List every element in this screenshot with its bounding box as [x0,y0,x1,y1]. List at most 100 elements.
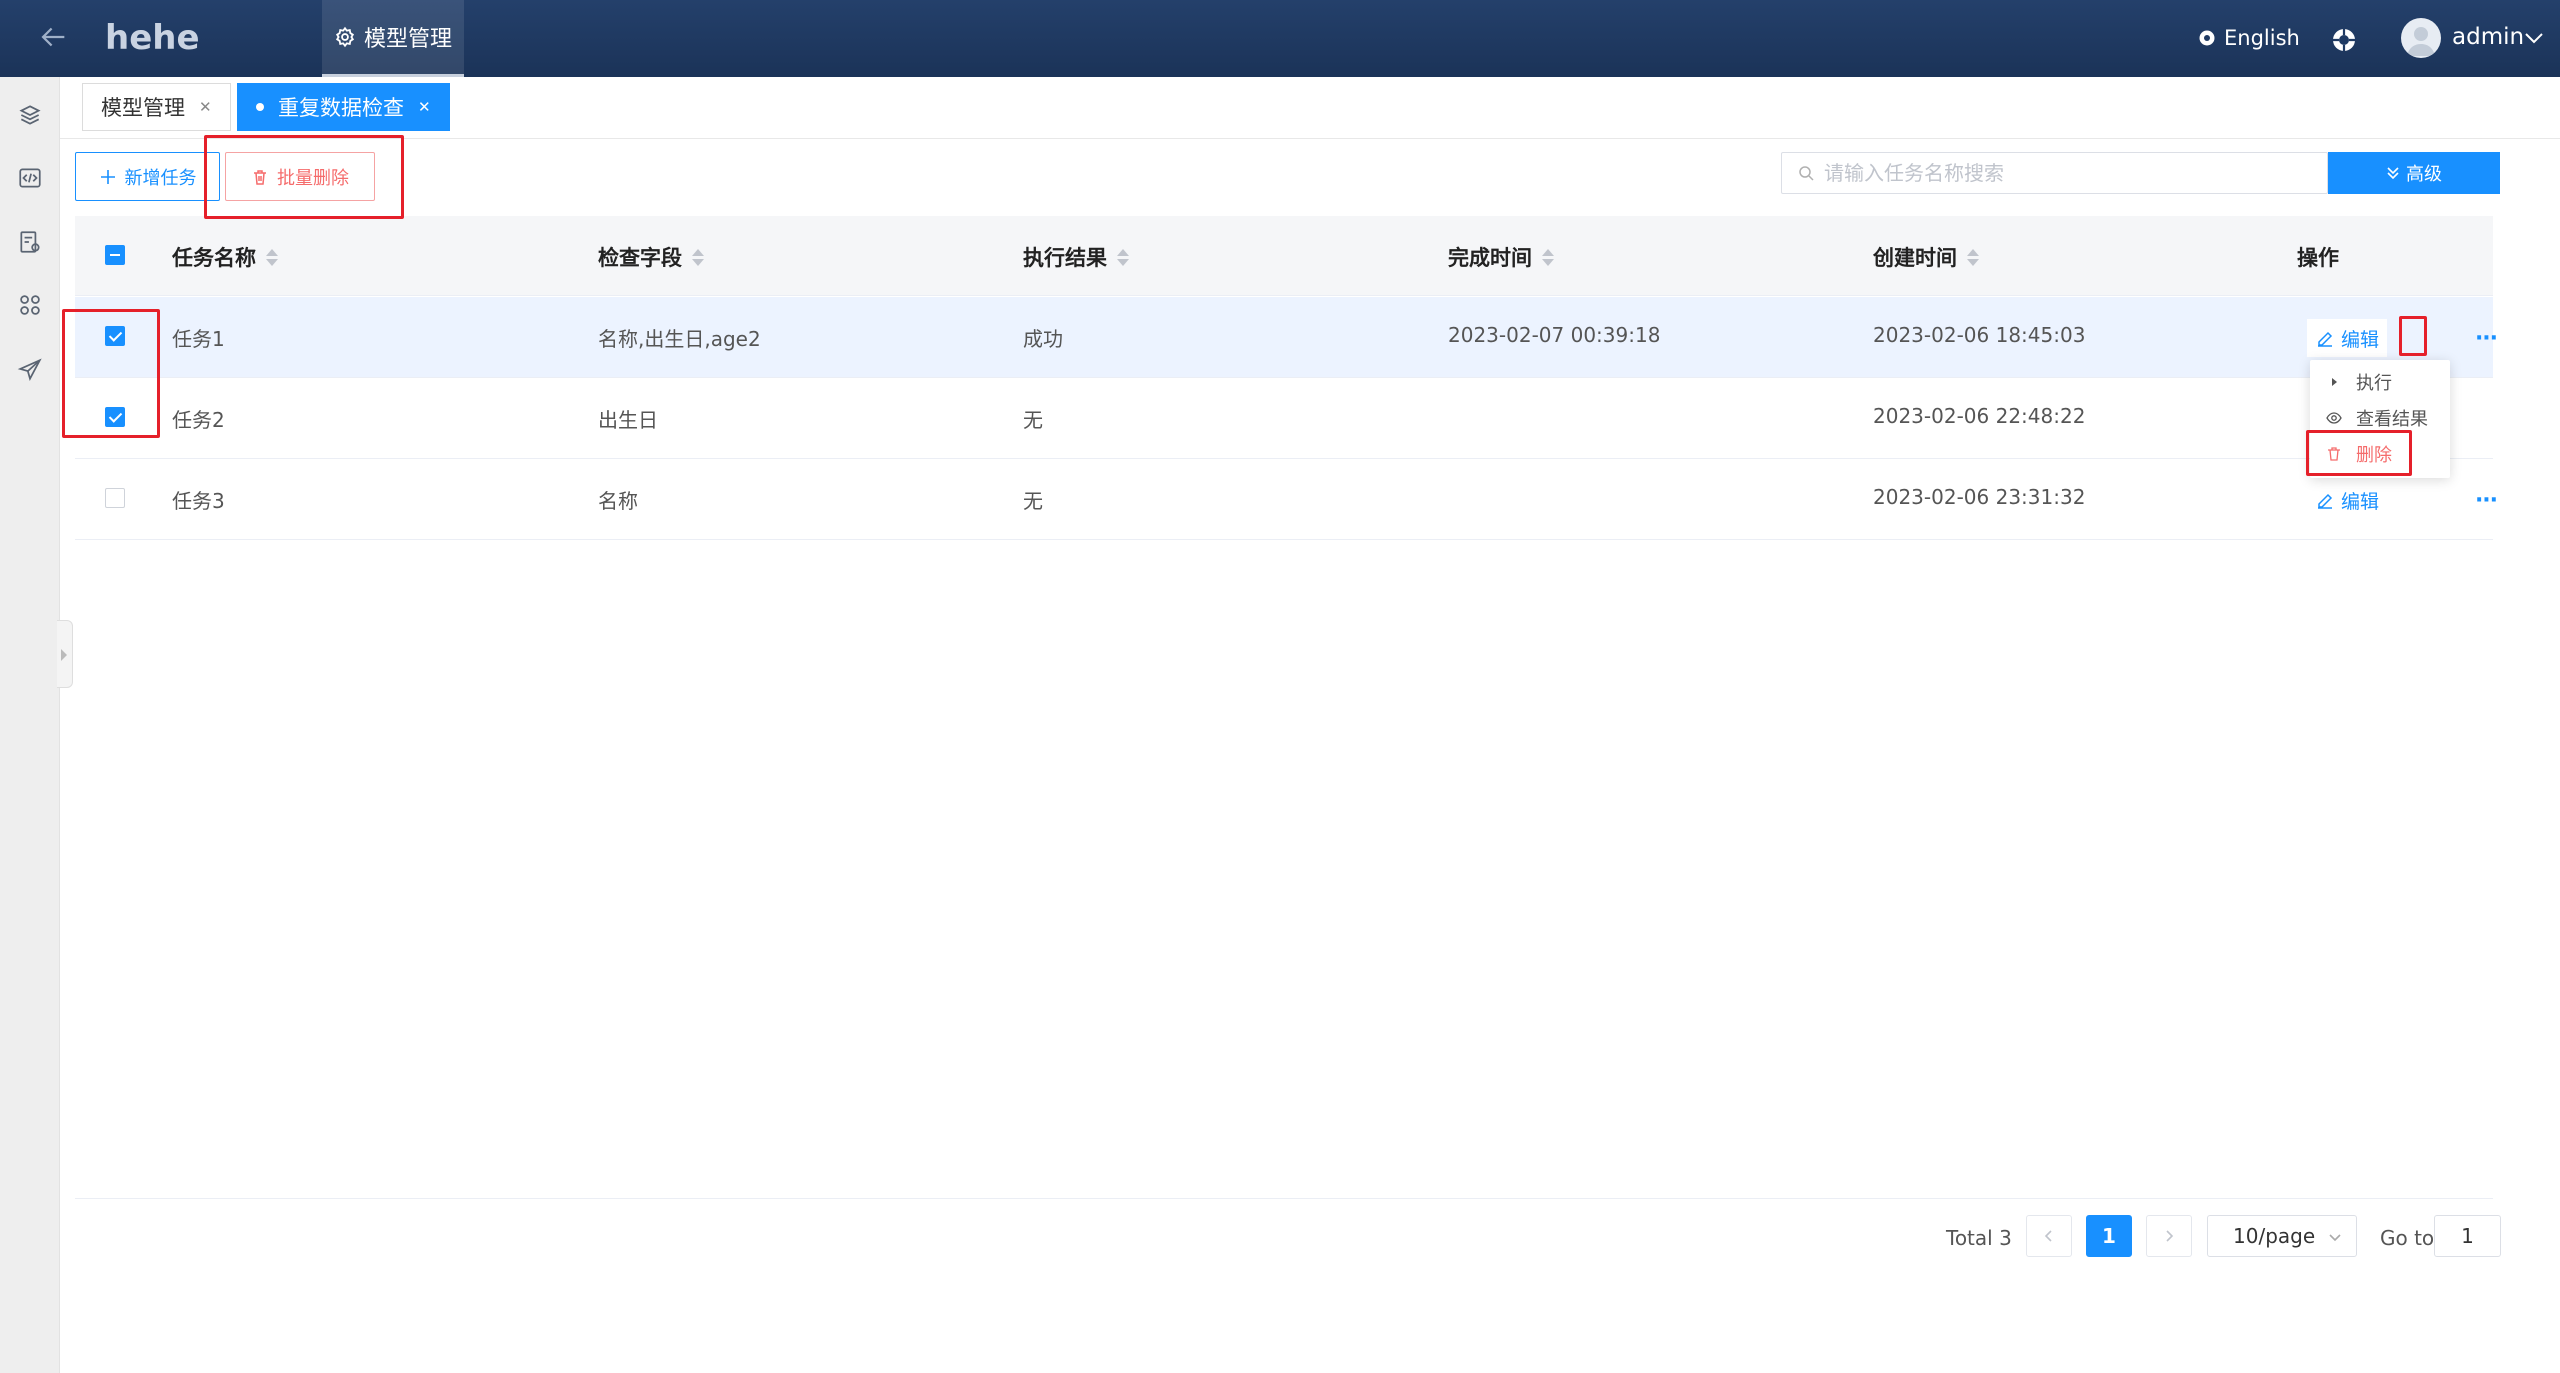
task-name: 任务2 [172,408,225,432]
edit-label: 编辑 [2341,490,2380,513]
column-label: 操作 [2297,246,2339,270]
column-label: 检查字段 [598,246,682,270]
annotation-box-more-button [2399,316,2427,356]
column-header-name[interactable]: 任务名称 [172,242,278,272]
goto-label: Go to [2380,1226,2435,1250]
pencil-icon [2318,493,2333,509]
table-row[interactable]: 任务2 出生日 无 2023-02-06 22:48:22 [75,378,2493,459]
check-fields: 名称 [598,489,638,513]
annotation-box-batch-delete [204,135,404,219]
row-checkbox[interactable] [105,488,125,508]
check-fields: 出生日 [598,408,658,432]
nav-model-management[interactable]: 模型管理 [322,0,465,77]
column-header-actions: 操作 [2297,242,2339,272]
page-button-current[interactable]: 1 [2086,1215,2132,1257]
double-chevron-down-icon [2387,167,2399,180]
sort-icon[interactable] [1967,248,1979,266]
pencil-icon [2318,331,2333,347]
check-fields: 名称,出生日,age2 [598,327,761,351]
close-icon[interactable]: ✕ [199,98,212,116]
annotation-box-row-checkboxes [62,309,160,438]
task-name: 任务1 [172,327,225,351]
next-page-button[interactable] [2146,1215,2192,1257]
sort-icon[interactable] [1117,248,1129,266]
execution-result: 成功 [1023,327,1063,351]
column-header-result[interactable]: 执行结果 [1023,242,1129,272]
more-actions-button[interactable]: ··· [2471,481,2501,519]
task-name: 任务3 [172,489,225,513]
code-icon[interactable] [17,165,43,191]
left-sidebar [0,77,60,1373]
tab-label: 模型管理 [101,96,185,120]
sort-icon[interactable] [266,248,278,266]
created-time: 2023-02-06 23:31:32 [1873,485,2086,509]
avatar[interactable] [2401,18,2441,58]
close-icon[interactable]: ✕ [418,98,431,116]
column-header-created[interactable]: 创建时间 [1873,242,1979,272]
sort-icon[interactable] [692,248,704,266]
layers-icon[interactable] [17,102,43,128]
user-name[interactable]: admin [2452,24,2524,50]
back-arrow-icon[interactable] [36,20,70,54]
tab-label: 重复数据检查 [278,96,404,120]
column-label: 完成时间 [1448,246,1532,270]
report-icon[interactable] [17,229,43,255]
top-header: hehe 模型管理 English admin [0,0,2560,77]
page-size-value: 10/page [2233,1224,2316,1248]
apps-icon[interactable] [17,292,43,318]
column-label: 任务名称 [172,246,256,270]
pagination-divider [75,1198,2493,1199]
language-label: English [2224,26,2300,50]
created-time: 2023-02-06 18:45:03 [1873,323,2086,347]
tab-duplicate-check[interactable]: 重复数据检查 ✕ [237,83,450,131]
column-header-fields[interactable]: 检查字段 [598,242,704,272]
advanced-label: 高级 [2406,164,2442,185]
globe-icon [2199,30,2215,46]
finished-time: 2023-02-07 00:39:18 [1448,323,1661,347]
edit-label: 编辑 [2341,328,2380,351]
table-row[interactable]: 任务3 名称 无 2023-02-06 23:31:32 编辑 ··· [75,459,2498,540]
chevron-left-icon [2044,1230,2052,1242]
add-task-button[interactable]: 新增任务 [75,152,220,201]
table-row[interactable]: 任务1 名称,出生日,age2 成功 2023-02-07 00:39:18 2… [75,297,2498,378]
created-time: 2023-02-06 22:48:22 [1873,404,2086,428]
search-input[interactable] [1824,161,2304,185]
help-icon[interactable] [2332,28,2356,52]
column-label: 执行结果 [1023,246,1107,270]
column-label: 创建时间 [1873,246,1957,270]
app-brand: hehe [105,18,200,58]
goto-page-input[interactable] [2434,1215,2501,1257]
execution-result: 无 [1023,408,1043,432]
nav-label: 模型管理 [364,27,453,52]
tab-bar: 模型管理 ✕ 重复数据检查 ✕ [60,77,2560,139]
task-search[interactable] [1781,152,2328,194]
sidebar-collapse-handle[interactable] [57,620,73,688]
search-icon [1799,166,1814,181]
eye-icon [2326,412,2342,424]
plus-icon [100,169,115,184]
menu-item-label: 查看结果 [2356,409,2428,430]
column-header-finished[interactable]: 完成时间 [1448,242,1554,272]
select-all-checkbox[interactable] [105,245,125,265]
menu-item-label: 执行 [2356,373,2392,394]
menu-item-execute[interactable]: 执行 [2310,364,2450,400]
active-dot-icon [256,103,264,111]
tab-model-management[interactable]: 模型管理 ✕ [82,83,231,131]
chevron-down-icon [2329,1234,2341,1242]
page-size-select[interactable]: 10/page [2207,1215,2357,1257]
more-actions-button[interactable]: ··· [2471,319,2501,357]
send-icon[interactable] [17,357,43,383]
edit-button[interactable]: 编辑 [2307,319,2388,357]
pagination-total: Total 3 [1946,1226,2012,1250]
add-task-label: 新增任务 [124,167,197,189]
language-switcher[interactable]: English [2198,26,2300,50]
chevron-right-icon [2166,1230,2174,1242]
sort-icon[interactable] [1542,248,1554,266]
edit-button[interactable]: 编辑 [2307,481,2387,519]
prev-page-button[interactable] [2026,1215,2072,1257]
execution-result: 无 [1023,489,1043,513]
play-icon [2332,378,2337,386]
chevron-down-icon[interactable] [2524,30,2544,46]
advanced-search-button[interactable]: 高级 [2328,152,2500,194]
table-header: 任务名称 检查字段 执行结果 完成时间 创建时间 操作 [75,216,2493,296]
